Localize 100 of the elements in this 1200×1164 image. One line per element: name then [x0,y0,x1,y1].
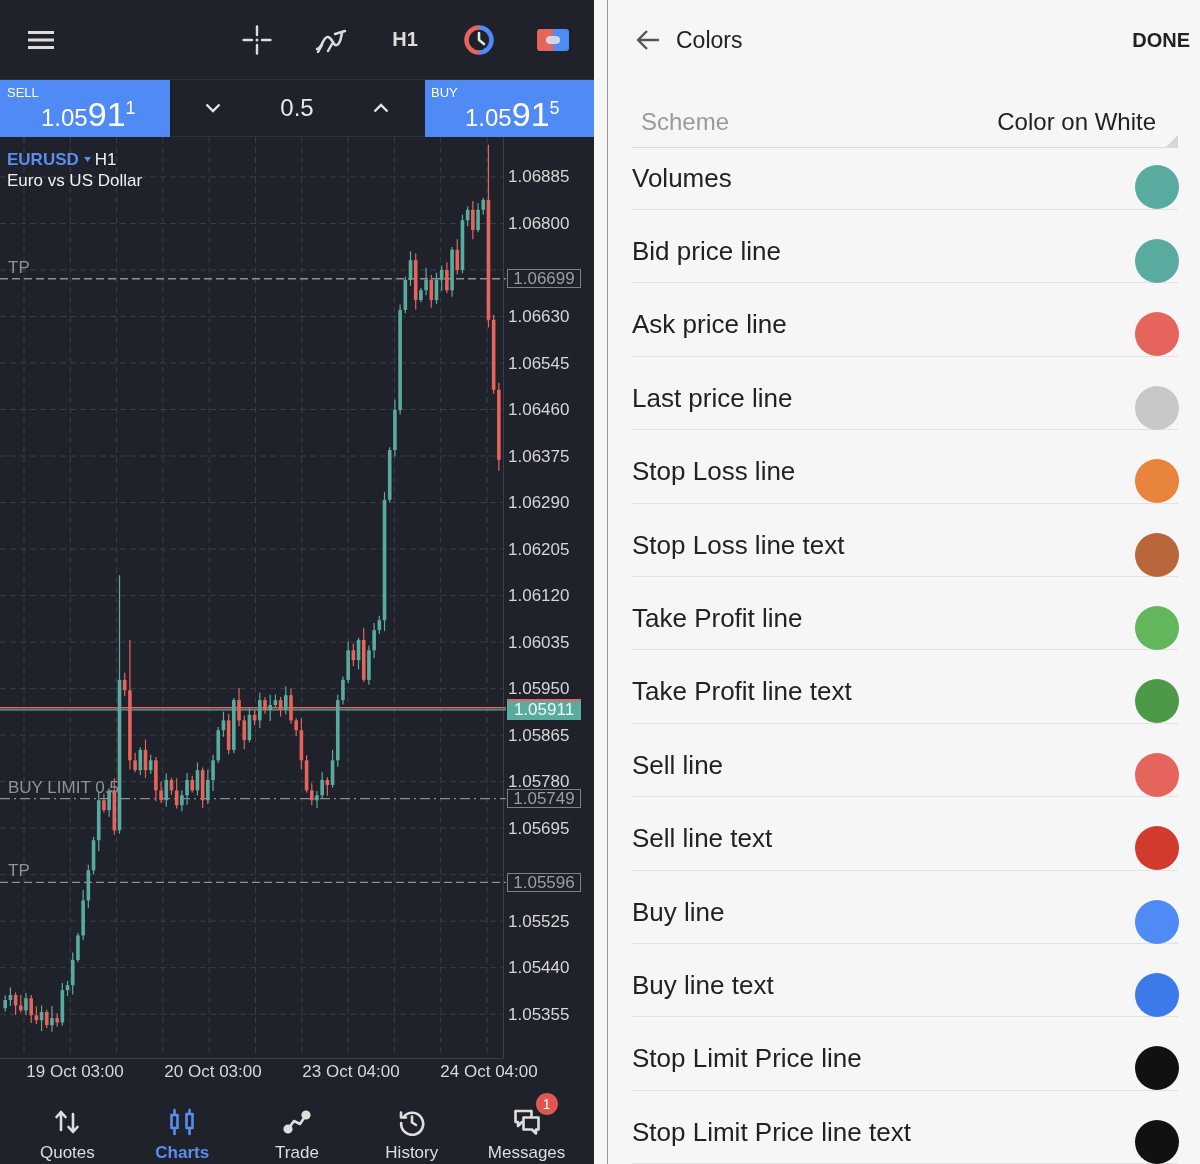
color-setting-row[interactable]: Stop Loss line text [632,503,1178,577]
candlestick [471,200,475,240]
scheme-dropdown[interactable]: Scheme Color on White [632,96,1178,148]
candlestick [102,793,106,814]
candlestick [24,992,28,1016]
candlestick [180,789,184,812]
order-level-label: TP [8,861,30,882]
price-axis-label: 1.06035 [508,634,570,650]
color-setting-row[interactable]: Last price line [632,356,1178,431]
candlestick [372,622,376,659]
candlestick [185,772,189,806]
price-axis-label: 1.06545 [508,355,570,371]
candlestick [122,672,127,697]
color-setting-row[interactable]: Take Profit line [632,576,1178,651]
color-setting-row[interactable]: Stop Limit Price line text [632,1090,1178,1164]
candlestick [29,994,33,1024]
color-setting-row[interactable]: Stop Loss line [632,430,1178,504]
candlestick-icon [168,1108,197,1136]
chevron-down-icon [205,103,221,113]
scheme-label: Scheme [641,107,730,136]
timeframe-button[interactable]: H1 [392,28,418,51]
candlestick [133,752,137,773]
color-setting-row[interactable]: Bid price line [632,210,1178,284]
price-tag: 1.05749 [507,789,581,809]
candlestick [455,238,460,275]
price-tag: 1.06699 [507,269,581,289]
candlestick [159,781,163,804]
price-axis-label: 1.05525 [508,913,570,929]
candlestick [309,782,314,806]
nav-tab[interactable]: Quotes [10,1090,125,1164]
candlestick [284,685,288,715]
candlestick [206,769,210,805]
candlestick [476,202,480,233]
color-setting-row[interactable]: Volumes [632,148,1178,210]
scheme-value: Color on White [997,107,1156,136]
candlestick [237,687,241,727]
color-setting-row[interactable]: Stop Limit Price line [632,1017,1178,1091]
toggle-icon[interactable] [537,28,569,51]
color-setting-row[interactable]: Take Profit line text [632,650,1178,724]
time-axis-label: 24 Oct 04:00 [440,1061,538,1083]
candlestick [258,691,262,729]
nav-tab[interactable]: History [354,1090,470,1164]
candlestick [429,274,434,309]
done-button[interactable]: DONE [1132,28,1190,52]
caret-icon[interactable] [83,157,91,162]
price-axis-label: 1.05355 [508,1006,570,1022]
price-axis-label: 1.06205 [508,541,570,557]
price-axis-label: 1.06375 [508,448,570,464]
chevron-up-icon [373,103,389,113]
candlestick [341,675,345,706]
candlestick [315,790,319,809]
price-axis-label: 1.06800 [508,215,570,231]
back-button[interactable] [636,29,660,51]
candlestick [164,772,169,808]
history-icon [397,1108,426,1136]
timeframe-label: H1 [94,149,117,170]
symbol-name[interactable]: EURUSD [7,149,79,170]
price-axis-label: 1.06120 [508,588,570,604]
up-down-arrows-icon [53,1108,82,1136]
price-axis-label: 1.05695 [508,820,570,836]
color-setting-row[interactable]: Buy line text [632,943,1178,1018]
nav-tab[interactable]: Trade [239,1090,355,1164]
price-axis-label: 1.06885 [508,169,570,185]
color-setting-row[interactable]: Ask price line [632,283,1178,357]
price-axis-label: 1.05440 [508,960,570,976]
color-setting-row[interactable]: Buy line [632,870,1178,944]
symbol-description: Euro vs US Dollar [7,171,143,190]
time-axis-label: 19 Oct 03:00 [26,1061,124,1083]
price-axis-label: 1.05780 [508,774,570,790]
order-level-label: TP [8,257,30,278]
candlestick [294,717,298,737]
clock-icon[interactable] [464,24,494,55]
volume-value: 0.5 [279,94,315,122]
color-setting-row[interactable]: Sell line [632,723,1178,798]
candlestick [320,771,324,800]
nav-tab[interactable]: 1 Messages [469,1090,584,1164]
dropdown-triangle-icon [1166,135,1178,147]
unread-badge: 1 [535,1093,558,1115]
candlestick [44,1009,49,1029]
chat-bubbles-icon [512,1108,541,1136]
menu-icon[interactable] [28,30,54,49]
candlestick [242,714,247,750]
nav-tab[interactable]: Charts [124,1090,240,1164]
price-axis-label: 1.06460 [508,402,570,417]
candlestick [445,261,449,294]
candlestick [138,746,143,776]
price-axis-label: 1.05865 [508,727,570,743]
crosshair-icon[interactable] [242,24,272,55]
screen-title: Colors [676,26,743,54]
time-axis-label: 20 Oct 03:00 [164,1061,262,1083]
current-price-tag: 1.05911 [507,699,581,721]
candlestick [50,1005,54,1033]
price-tag: 1.05596 [507,872,581,892]
price-axis-label: 1.06630 [508,309,570,324]
color-setting-row[interactable]: Sell line text [632,797,1178,871]
candlestick [268,694,273,722]
price-axis-label: 1.05950 [508,681,570,697]
price-axis-label: 1.06290 [508,495,570,511]
candlestick [211,754,215,792]
candlestick [424,267,428,296]
